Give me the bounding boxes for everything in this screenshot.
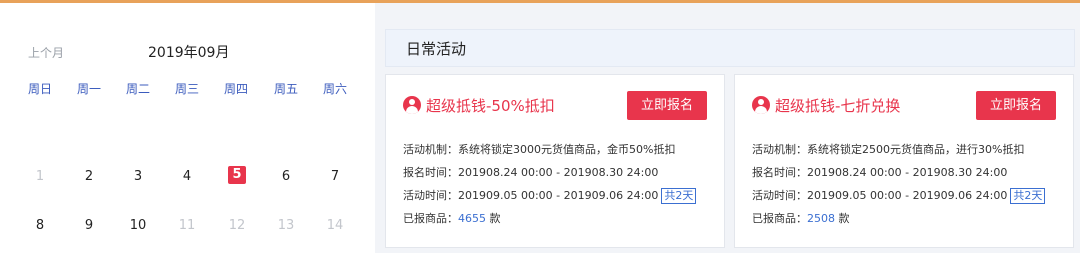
duration-badge: 共2天 <box>1010 188 1046 204</box>
signup-button[interactable]: 立即报名 <box>627 91 707 120</box>
calendar-day: 11 <box>178 218 196 233</box>
calendar-day[interactable]: 10 <box>123 218 153 233</box>
activity-mechanism: 活动机制：系统将锁定3000元货值商品，金币50%抵扣 <box>403 143 676 156</box>
calendar-day[interactable]: 7 <box>320 169 350 184</box>
calendar-day-selected[interactable]: 5 <box>228 166 246 184</box>
signup-time: 报名时间：201908.24 00:00 - 201908.30 24:00 <box>752 166 1008 179</box>
weekday-sat: 周六 <box>322 82 347 96</box>
weekday-thu: 周四 <box>223 82 248 96</box>
duration-badge: 共2天 <box>661 188 697 204</box>
section-title: 日常活动 <box>406 40 467 58</box>
items-label: 已报商品： <box>752 212 807 225</box>
signup-button[interactable]: 立即报名 <box>976 91 1056 120</box>
section-header: 日常活动 <box>385 29 1075 67</box>
month-title: 2019年09月 <box>148 45 230 61</box>
items-count[interactable]: 4655 <box>458 212 486 225</box>
items-label: 已报商品： <box>403 212 458 225</box>
calendar-day[interactable]: 9 <box>74 218 104 233</box>
activity-card: 超级抵钱-50%抵扣 立即报名 活动机制：系统将锁定3000元货值商品，金币50… <box>385 74 725 248</box>
user-icon <box>403 96 421 114</box>
calendar-day[interactable]: 6 <box>271 169 301 184</box>
items-unit: 款 <box>489 212 501 225</box>
calendar-day: 12 <box>228 218 246 233</box>
activity-mechanism: 活动机制：系统将锁定2500元货值商品，进行30%抵扣 <box>752 143 1025 156</box>
calendar-day: 1 <box>35 169 45 184</box>
items-unit: 款 <box>838 212 850 225</box>
items-count[interactable]: 2508 <box>807 212 835 225</box>
activity-title: 超级抵钱-50%抵扣 <box>426 97 555 115</box>
weekday-wed: 周三 <box>174 82 199 96</box>
activity-card: 超级抵钱-七折兑换 立即报名 活动机制：系统将锁定2500元货值商品，进行30%… <box>734 74 1074 248</box>
calendar-day: 13 <box>277 218 295 233</box>
calendar-day: 14 <box>326 218 344 233</box>
weekday-tue: 周二 <box>125 82 150 96</box>
weekday-sun: 周日 <box>27 82 52 96</box>
activity-time: 活动时间：201909.05 00:00 - 201909.06 24:00 <box>403 189 659 202</box>
calendar-day[interactable]: 3 <box>123 169 153 184</box>
prev-month-link[interactable]: 上个月 <box>28 44 64 61</box>
activity-time-row: 活动时间：201909.05 00:00 - 201909.06 24:00 共2… <box>752 187 1046 204</box>
items-row: 已报商品：4655 款 <box>403 210 501 226</box>
activity-time: 活动时间：201909.05 00:00 - 201909.06 24:00 <box>752 189 1008 202</box>
calendar-day[interactable]: 4 <box>172 169 202 184</box>
user-icon <box>752 96 770 114</box>
weekday-fri: 周五 <box>273 82 298 96</box>
activity-time-row: 活动时间：201909.05 00:00 - 201909.06 24:00 共2… <box>403 187 697 204</box>
signup-time: 报名时间：201908.24 00:00 - 201908.30 24:00 <box>403 166 659 179</box>
activity-title: 超级抵钱-七折兑换 <box>775 97 901 115</box>
calendar-panel <box>0 3 370 253</box>
calendar-day[interactable]: 2 <box>74 169 104 184</box>
calendar-day[interactable]: 8 <box>25 218 55 233</box>
items-row: 已报商品：2508 款 <box>752 210 850 226</box>
weekday-mon: 周一 <box>76 82 101 96</box>
